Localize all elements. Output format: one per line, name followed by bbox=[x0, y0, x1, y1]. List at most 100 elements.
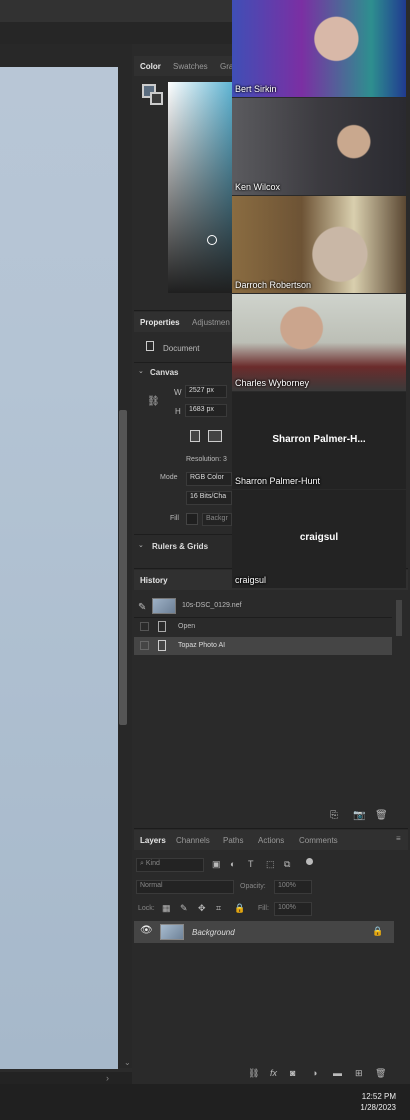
lock-artboard-icon[interactable]: ⌗ bbox=[216, 903, 221, 914]
color-mode-select[interactable]: RGB Color bbox=[186, 472, 232, 486]
rulers-collapse-icon[interactable]: ⌄ bbox=[138, 541, 144, 549]
canvas-collapse-icon[interactable]: ⌄ bbox=[138, 367, 144, 375]
participant-name: Bert Sirkin bbox=[235, 84, 277, 94]
tab-properties[interactable]: Properties bbox=[140, 318, 180, 327]
video-tile-craigsul[interactable]: craigsul craigsul bbox=[232, 490, 406, 588]
background-color-swatch[interactable] bbox=[150, 92, 163, 105]
scroll-down-icon[interactable]: ⌄ bbox=[124, 1058, 131, 1067]
document-label: Document bbox=[163, 344, 200, 353]
participant-name: Darroch Robertson bbox=[235, 280, 312, 290]
adjustment-filter-icon[interactable]: ◐ bbox=[230, 859, 235, 869]
color-picker-field[interactable] bbox=[168, 82, 232, 293]
video-tile-sharron[interactable]: Sharron Palmer-H... Sharron Palmer-Hunt bbox=[232, 392, 406, 489]
blend-mode-select[interactable]: Normal bbox=[136, 880, 234, 894]
pixel-filter-icon[interactable]: ▣ bbox=[212, 859, 221, 870]
participant-name: Sharron Palmer-Hunt bbox=[235, 476, 321, 486]
mode-label: Mode bbox=[160, 474, 178, 481]
new-document-from-state-icon[interactable]: ⎘ bbox=[330, 810, 338, 821]
tab-layers[interactable]: Layers bbox=[140, 836, 166, 845]
document-image[interactable] bbox=[0, 67, 118, 1069]
resolution-text: Resolution: 3 bbox=[186, 456, 227, 463]
fill-field[interactable]: 100% bbox=[274, 902, 312, 916]
scroll-right-icon[interactable]: › bbox=[106, 1073, 109, 1083]
history-step-icon bbox=[158, 621, 166, 632]
history-item[interactable]: Open bbox=[134, 618, 392, 636]
layers-panel-tabs: Layers Channels Paths Actions Comments ≡ bbox=[134, 830, 408, 850]
taskbar: 12:52 PM 1/28/2023 bbox=[0, 1084, 410, 1120]
video-tile-charles[interactable]: Charles Wyborney bbox=[232, 294, 406, 391]
taskbar-clock[interactable]: 12:52 PM 1/28/2023 bbox=[360, 1091, 396, 1113]
layer-lock-icon[interactable]: 🔒 bbox=[372, 926, 383, 937]
history-checkbox[interactable] bbox=[140, 641, 149, 650]
layer-style-icon[interactable]: fx bbox=[270, 1068, 277, 1078]
smart-object-filter-icon[interactable]: ⧉ bbox=[284, 859, 290, 870]
document-icon bbox=[146, 341, 154, 351]
portrait-orientation-icon[interactable] bbox=[190, 430, 200, 442]
tab-swatches[interactable]: Swatches bbox=[173, 62, 208, 71]
new-group-icon[interactable]: ▬ bbox=[333, 1068, 342, 1078]
clock-date: 1/28/2023 bbox=[360, 1103, 396, 1112]
canvas-horizontal-scrollbar[interactable]: › bbox=[0, 1072, 132, 1084]
snapshot-name[interactable]: 10s-DSC_0129.nef bbox=[182, 602, 242, 609]
tab-channels[interactable]: Channels bbox=[176, 836, 210, 845]
delete-state-icon[interactable]: 🗑 bbox=[375, 810, 388, 821]
adjustment-layer-icon[interactable]: ◑ bbox=[312, 1068, 317, 1078]
layer-name[interactable]: Background bbox=[192, 928, 235, 937]
tab-comments[interactable]: Comments bbox=[299, 836, 338, 845]
participant-center-label: craigsul bbox=[299, 532, 339, 543]
history-brush-icon[interactable]: ✎ bbox=[138, 602, 146, 613]
width-label: W bbox=[174, 388, 182, 397]
delete-layer-icon[interactable]: 🗑 bbox=[375, 1068, 386, 1079]
panel-menu-icon[interactable]: ≡ bbox=[396, 834, 401, 843]
lock-all-icon[interactable]: 🔒 bbox=[234, 903, 245, 914]
shape-filter-icon[interactable]: ⬚ bbox=[266, 859, 275, 870]
tab-color[interactable]: Color bbox=[140, 62, 161, 71]
fill-color-swatch[interactable] bbox=[186, 513, 198, 525]
participant-name: craigsul bbox=[235, 575, 267, 585]
bit-depth-select[interactable]: 16 Bits/Cha bbox=[186, 491, 232, 505]
filter-toggle-icon[interactable] bbox=[306, 858, 313, 865]
video-tile-ken[interactable]: Ken Wilcox bbox=[232, 98, 406, 195]
tab-actions[interactable]: Actions bbox=[258, 836, 284, 845]
tab-history[interactable]: History bbox=[140, 576, 168, 585]
visibility-eye-icon[interactable]: 👁 bbox=[140, 925, 153, 936]
history-item-selected[interactable]: Topaz Photo AI bbox=[134, 637, 392, 655]
lock-label: Lock: bbox=[138, 905, 155, 912]
landscape-orientation-icon[interactable] bbox=[208, 430, 222, 442]
link-layers-icon[interactable]: ⛓ bbox=[248, 1068, 259, 1079]
color-panel-tabs: Color Swatches Gra bbox=[134, 56, 234, 76]
tab-adjustments[interactable]: Adjustmen bbox=[192, 318, 230, 327]
tab-paths[interactable]: Paths bbox=[223, 836, 243, 845]
canvas-section-title: Canvas bbox=[150, 368, 179, 377]
lock-transparency-icon[interactable]: ▦ bbox=[162, 903, 171, 914]
history-scrollbar[interactable] bbox=[396, 600, 402, 636]
fill-label: Fill: bbox=[258, 905, 269, 912]
properties-panel-tabs: Properties Adjustmen bbox=[134, 312, 234, 332]
width-field[interactable]: 2527 px bbox=[185, 385, 227, 398]
height-field[interactable]: 1683 px bbox=[185, 404, 227, 417]
lock-position-icon[interactable]: ✥ bbox=[198, 903, 206, 914]
video-tile-darroch[interactable]: Darroch Robertson bbox=[232, 196, 406, 293]
options-bar bbox=[0, 0, 232, 22]
participant-center-label: Sharron Palmer-H... bbox=[272, 434, 366, 445]
opacity-field[interactable]: 100% bbox=[274, 880, 312, 894]
opacity-label: Opacity: bbox=[240, 883, 266, 890]
document-tab-bar bbox=[0, 22, 232, 45]
layer-row-background[interactable]: 👁 Background 🔒 bbox=[134, 921, 394, 943]
history-checkbox[interactable] bbox=[140, 622, 149, 631]
link-dimensions-icon[interactable]: ⛓ bbox=[147, 396, 160, 407]
new-layer-icon[interactable]: ⊞ bbox=[355, 1068, 363, 1079]
type-filter-icon[interactable]: T bbox=[248, 859, 254, 869]
layer-filter-kind[interactable]: ⌕ Kind bbox=[136, 858, 204, 872]
kind-label: Kind bbox=[145, 860, 160, 867]
color-picker-cursor[interactable] bbox=[207, 235, 217, 245]
video-tile-bert[interactable]: Bert Sirkin bbox=[232, 0, 406, 97]
rulers-grids-section-title: Rulers & Grids bbox=[152, 542, 209, 551]
height-label: H bbox=[175, 407, 181, 416]
lock-pixels-icon[interactable]: ✎ bbox=[180, 903, 188, 914]
canvas-vertical-scrollbar[interactable] bbox=[119, 410, 127, 725]
clock-time: 12:52 PM bbox=[361, 1092, 396, 1101]
new-snapshot-icon[interactable]: 📷 bbox=[353, 810, 365, 821]
fill-select[interactable]: Backgr bbox=[202, 513, 232, 526]
layer-mask-icon[interactable]: ◙ bbox=[290, 1068, 295, 1078]
